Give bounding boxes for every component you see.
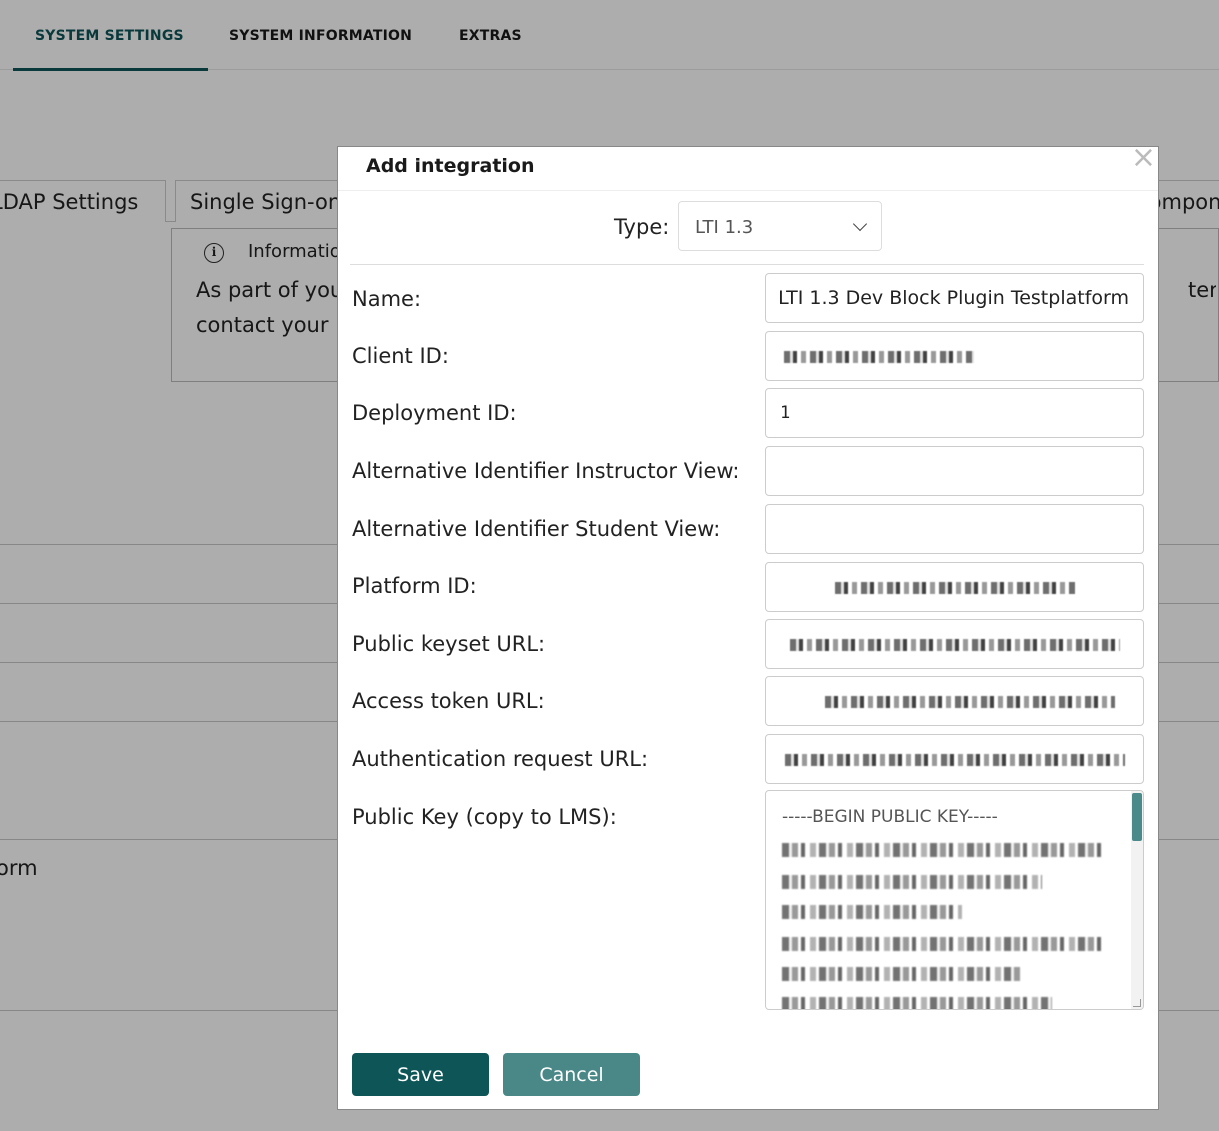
redacted-value bbox=[789, 638, 1120, 651]
client-id-label: Client ID: bbox=[352, 344, 449, 368]
name-label: Name: bbox=[352, 287, 422, 311]
deployment-id-input[interactable]: 1 bbox=[765, 388, 1144, 438]
close-icon[interactable]: × bbox=[1131, 143, 1156, 173]
redacted-line bbox=[782, 843, 1102, 857]
access-token-url-input[interactable] bbox=[765, 676, 1144, 726]
redacted-line bbox=[782, 967, 1022, 981]
redacted-line bbox=[782, 937, 1102, 951]
cancel-button[interactable]: Cancel bbox=[503, 1053, 640, 1096]
alt-identifier-instructor-input[interactable] bbox=[765, 446, 1144, 496]
platform-id-label: Platform ID: bbox=[352, 574, 477, 598]
add-integration-dialog: Add integration × Type: LTI 1.3 Name: LT… bbox=[337, 143, 1159, 1110]
type-label: Type: bbox=[614, 215, 670, 239]
divider bbox=[350, 264, 1144, 265]
chevron-down-icon bbox=[852, 216, 868, 232]
client-id-input[interactable] bbox=[765, 331, 1144, 381]
redacted-value bbox=[834, 581, 1075, 594]
redacted-value bbox=[784, 350, 974, 363]
dialog-title: Add integration bbox=[366, 155, 535, 177]
platform-id-input[interactable] bbox=[765, 562, 1144, 612]
resize-handle-icon[interactable] bbox=[1133, 999, 1141, 1007]
redacted-line bbox=[782, 997, 1052, 1009]
scrollbar-thumb[interactable] bbox=[1132, 793, 1142, 841]
redacted-value bbox=[824, 695, 1115, 708]
public-key-textarea[interactable]: -----BEGIN PUBLIC KEY----- bbox=[765, 790, 1144, 1010]
scrollbar[interactable] bbox=[1131, 791, 1143, 1009]
alt-identifier-student-label: Alternative Identifier Student View: bbox=[352, 517, 721, 541]
public-keyset-url-label: Public keyset URL: bbox=[352, 632, 546, 656]
redacted-value bbox=[784, 753, 1125, 766]
type-select-value: LTI 1.3 bbox=[695, 217, 754, 238]
save-button[interactable]: Save bbox=[352, 1053, 489, 1096]
redacted-line bbox=[782, 905, 962, 919]
type-select[interactable]: LTI 1.3 bbox=[678, 201, 882, 251]
authentication-request-url-input[interactable] bbox=[765, 734, 1144, 784]
alt-identifier-instructor-label: Alternative Identifier Instructor View: bbox=[352, 459, 740, 483]
authentication-request-url-label: Authentication request URL: bbox=[352, 747, 649, 771]
alt-identifier-student-input[interactable] bbox=[765, 504, 1144, 554]
deployment-id-label: Deployment ID: bbox=[352, 401, 517, 425]
public-key-header: -----BEGIN PUBLIC KEY----- bbox=[782, 807, 998, 827]
public-keyset-url-input[interactable] bbox=[765, 619, 1144, 669]
public-key-label: Public Key (copy to LMS): bbox=[352, 805, 617, 829]
divider bbox=[338, 190, 1158, 191]
access-token-url-label: Access token URL: bbox=[352, 689, 545, 713]
redacted-line bbox=[782, 875, 1042, 889]
name-input[interactable]: LTI 1.3 Dev Block Plugin Testplatform bbox=[765, 273, 1144, 323]
